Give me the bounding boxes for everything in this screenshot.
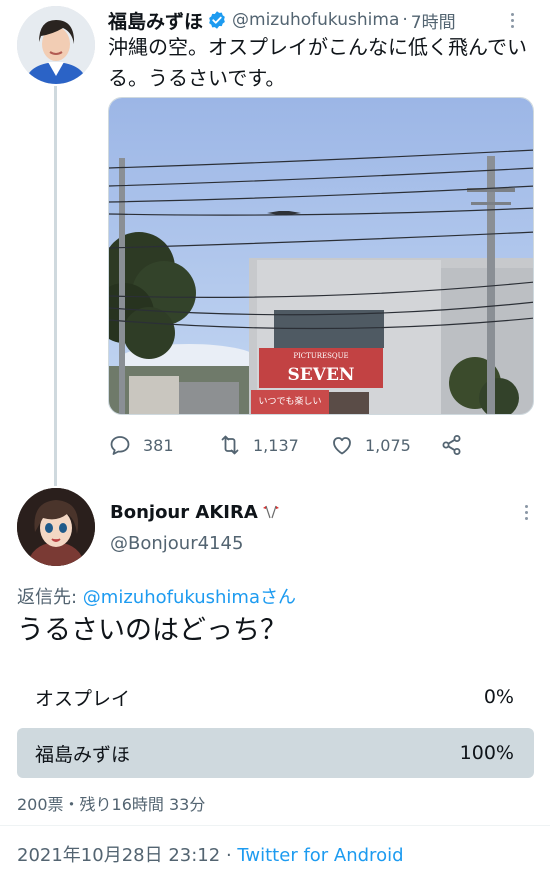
author-avatar[interactable] (17, 6, 95, 84)
author-name[interactable]: 福島みずほ (108, 7, 203, 34)
avatar-image (17, 6, 95, 84)
reply-text: うるさいのはどっち？ (17, 615, 287, 646)
like-button[interactable]: 1,075 (330, 430, 411, 460)
reply-author-name[interactable]: Bonjour AKIRA (110, 502, 258, 523)
banner-text: いつでも楽しい (258, 395, 321, 407)
timestamp-date[interactable]: 2021年10月28日 23:12 (17, 845, 220, 866)
reply-to-prefix: 返信先: (17, 587, 83, 608)
poll-option-percent: 100% (459, 742, 514, 764)
tweet-text: 沖縄の空。オスプレイがこんなに低く飛んでいる。うるさいです。 (108, 35, 527, 90)
divider (0, 825, 550, 826)
poll-meta: 200票・残り16時間 33分 (17, 795, 206, 814)
share-icon (442, 435, 461, 455)
heart-icon (333, 437, 351, 455)
retweet-button[interactable]: 1,137 (218, 430, 299, 460)
poll-option-label: オスプレイ (35, 687, 131, 710)
tweet-actions: 381 1,137 1,075 (108, 430, 488, 460)
author-handle[interactable]: @mizuhofukushima (232, 10, 399, 30)
photo-image: PICTURESQUE SEVEN いつでも楽しい (109, 98, 533, 414)
sign-top-text: PICTURESQUE (293, 352, 348, 360)
more-options-icon[interactable] (502, 8, 522, 32)
poll-option-1: オスプレイ 0% (17, 672, 534, 722)
replying-to: 返信先: @mizuhofukushimaさん (17, 583, 296, 609)
header-separator: · (402, 10, 408, 30)
reply-button[interactable]: 381 (108, 430, 174, 460)
reply-header: Bonjour AKIRA (110, 498, 280, 526)
timestamp-separator: · (220, 845, 238, 866)
reply-author-avatar[interactable] (17, 488, 95, 566)
reply-icon (110, 436, 130, 455)
tweet-timestamp: 2021年10月28日 23:12 · Twitter for Android (17, 841, 404, 867)
poll-option-2: 福島みずほ 100% (17, 728, 534, 778)
poll-option-percent: 0% (483, 686, 514, 708)
reply-count: 381 (143, 435, 174, 455)
tweet-header: 福島みずほ @mizuhofukushima · 7時間 (108, 6, 536, 34)
tweet-time[interactable]: 7時間 (411, 8, 456, 33)
flag-emoji-icon (262, 505, 279, 519)
verified-badge-icon (209, 11, 225, 29)
retweet-count: 1,137 (253, 435, 299, 455)
reply-more-options-icon[interactable] (516, 500, 536, 524)
sign-text: SEVEN (288, 365, 355, 385)
reply-author-handle[interactable]: @Bonjour4145 (110, 533, 243, 554)
poll-option-label: 福島みずほ (35, 743, 131, 766)
tweet-source-link[interactable]: Twitter for Android (237, 845, 403, 866)
thread-connector (54, 86, 57, 486)
reply-to-mention[interactable]: @mizuhofukushimaさん (83, 587, 296, 608)
like-count: 1,075 (365, 435, 411, 455)
share-button[interactable] (440, 430, 475, 460)
tweet-photo[interactable]: PICTURESQUE SEVEN いつでも楽しい (108, 97, 534, 415)
retweet-icon (221, 435, 239, 455)
avatar-image (17, 488, 95, 566)
